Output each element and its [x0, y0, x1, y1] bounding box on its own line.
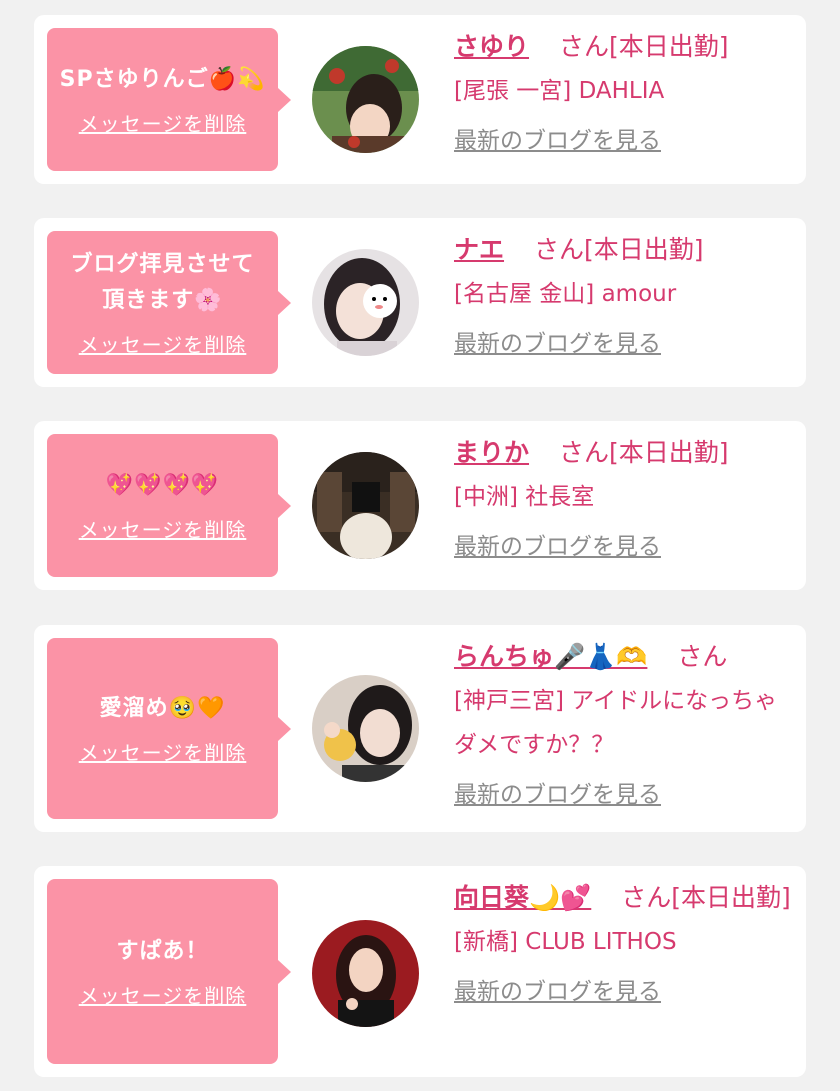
- avatar[interactable]: [312, 46, 419, 153]
- message-bubble: 💖💖💖💖 メッセージを削除: [47, 434, 291, 577]
- message-card: 💖💖💖💖 メッセージを削除 まりか さん[本日出勤] [中洲] 社長室 最新のブ…: [34, 421, 806, 590]
- profile-name-link[interactable]: まりか: [454, 438, 529, 467]
- message-text: ブログ拝見させて頂きます🌸: [70, 252, 255, 313]
- message-card: SPさゆりんご🍎💫 メッセージを削除 さゆり さん[本日出勤] [尾張 一宮] …: [34, 15, 806, 184]
- profile-info: さゆり さん[本日出勤] [尾張 一宮] DAHLIA 最新のブログを見る: [454, 25, 794, 155]
- status-text: さん[本日出勤]: [621, 883, 791, 912]
- profile-info: らんちゅ🎤👗🫶 さん [神戸三宮] アイドルになっちゃダメですか？？ 最新のブロ…: [454, 635, 794, 809]
- status-text: さん[本日出勤]: [558, 32, 729, 61]
- delete-message-link[interactable]: メッセージを削除: [79, 514, 247, 543]
- avatar[interactable]: [312, 675, 419, 782]
- profile-name-link[interactable]: らんちゅ🎤👗🫶: [454, 642, 647, 671]
- message-card: 愛溜め🥹🧡 メッセージを削除 らんちゅ🎤👗🫶 さん [神戸三宮] アイドルになっ…: [34, 625, 806, 832]
- delete-message-link[interactable]: メッセージを削除: [79, 108, 247, 137]
- profile-info: まりか さん[本日出勤] [中洲] 社長室 最新のブログを見る: [454, 431, 794, 561]
- message-text: 愛溜め🥹🧡: [99, 696, 226, 721]
- avatar[interactable]: [312, 249, 419, 356]
- shop-text: [名古屋 金山] amour: [454, 281, 677, 307]
- status-text: さん: [677, 642, 728, 671]
- delete-message-link[interactable]: メッセージを削除: [79, 980, 247, 1009]
- message-bubble: すぱあ！ メッセージを削除: [47, 879, 291, 1064]
- message-bubble: 愛溜め🥹🧡 メッセージを削除: [47, 638, 291, 819]
- message-bubble: ブログ拝見させて頂きます🌸 メッセージを削除: [47, 231, 291, 374]
- latest-blog-link[interactable]: 最新のブログを見る: [454, 527, 661, 561]
- avatar[interactable]: [312, 920, 419, 1027]
- status-text: さん[本日出勤]: [558, 438, 729, 467]
- message-bubble: SPさゆりんご🍎💫 メッセージを削除: [47, 28, 291, 171]
- profile-name-link[interactable]: 向日葵🌙💕: [454, 883, 591, 912]
- delete-message-link[interactable]: メッセージを削除: [79, 329, 247, 358]
- avatar[interactable]: [312, 452, 419, 559]
- message-text: すぱあ！: [116, 939, 209, 964]
- shop-text: [尾張 一宮] DAHLIA: [454, 78, 665, 104]
- profile-info: 向日葵🌙💕 さん[本日出勤] [新橋] CLUB LITHOS 最新のブログを見…: [454, 876, 794, 1006]
- shop-text: [新橋] CLUB LITHOS: [454, 929, 677, 955]
- latest-blog-link[interactable]: 最新のブログを見る: [454, 775, 661, 809]
- message-card: すぱあ！ メッセージを削除 向日葵🌙💕 さん[本日出勤] [新橋] CLUB L…: [34, 866, 806, 1077]
- message-text: 💖💖💖💖: [105, 473, 220, 498]
- profile-info: ナエ さん[本日出勤] [名古屋 金山] amour 最新のブログを見る: [454, 228, 794, 358]
- message-card: ブログ拝見させて頂きます🌸 メッセージを削除 ナエ さん[本日出勤] [名古屋 …: [34, 218, 806, 387]
- delete-message-link[interactable]: メッセージを削除: [79, 737, 247, 766]
- shop-text: [中洲] 社長室: [454, 484, 595, 510]
- message-text: SPさゆりんご🍎💫: [59, 67, 266, 92]
- latest-blog-link[interactable]: 最新のブログを見る: [454, 324, 661, 358]
- shop-text: [神戸三宮] アイドルになっちゃダメですか？？: [454, 688, 778, 758]
- status-text: さん[本日出勤]: [533, 235, 704, 264]
- profile-name-link[interactable]: ナエ: [454, 235, 504, 264]
- latest-blog-link[interactable]: 最新のブログを見る: [454, 121, 661, 155]
- profile-name-link[interactable]: さゆり: [454, 32, 529, 61]
- latest-blog-link[interactable]: 最新のブログを見る: [454, 972, 661, 1006]
